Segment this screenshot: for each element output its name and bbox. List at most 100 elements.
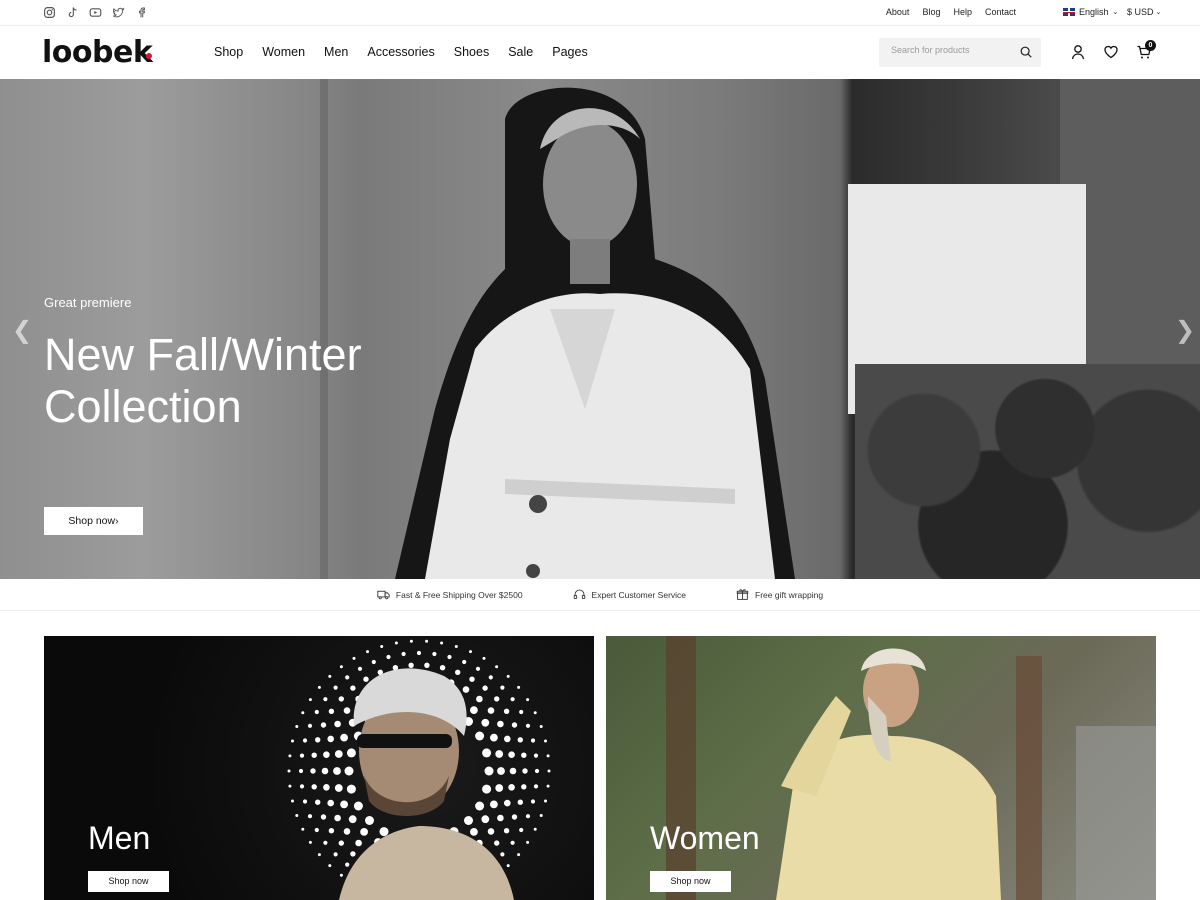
- halftone-dot: [301, 827, 305, 831]
- halftone-dot: [328, 674, 332, 678]
- halftone-dot: [308, 840, 312, 844]
- halftone-dot: [343, 828, 351, 835]
- halftone-dot: [494, 840, 500, 846]
- hero-shop-now-button[interactable]: Shop now›: [44, 507, 143, 535]
- site-logo[interactable]: loobek: [42, 35, 153, 70]
- halftone-dot: [321, 767, 329, 775]
- category-men-title: Men: [88, 820, 151, 856]
- user-icon[interactable]: [1070, 44, 1086, 60]
- halftone-dot: [475, 801, 485, 811]
- halftone-dot: [360, 828, 368, 836]
- halftone-dot: [302, 738, 308, 743]
- halftone-dot: [345, 675, 350, 680]
- feature-shipping-text: Fast & Free Shipping Over $2500: [395, 589, 523, 600]
- halftone-dot: [517, 737, 523, 743]
- halftone-dot: [533, 711, 537, 715]
- halftone-dot: [314, 827, 319, 833]
- halftone-dot: [365, 816, 374, 825]
- search-input[interactable]: [891, 45, 1011, 55]
- nav-item-women[interactable]: Women: [262, 45, 305, 59]
- main-nav: Shop Women Men Accessories Shoes Sale Pa…: [214, 45, 607, 59]
- currency-label: $ USD: [1127, 7, 1154, 17]
- halftone-dot: [328, 864, 332, 868]
- halftone-dot: [291, 739, 294, 743]
- halftone-dot: [487, 707, 495, 714]
- halftone-dot: [525, 723, 531, 728]
- halftone-dot: [469, 650, 472, 654]
- halftone-dot: [534, 768, 540, 774]
- hero-model-image: [395, 87, 795, 579]
- halftone-dot: [475, 731, 485, 741]
- nav-item-shoes[interactable]: Shoes: [454, 45, 489, 59]
- category-men-shop-button[interactable]: Shop now: [88, 871, 169, 892]
- category-banner-women[interactable]: Women Shop now: [606, 636, 1156, 900]
- search-box: [879, 38, 1041, 67]
- halftone-dot: [333, 852, 338, 857]
- language-selector[interactable]: English ⌄: [1063, 7, 1118, 17]
- instagram-icon[interactable]: [43, 6, 56, 19]
- hero-title: New Fall/Winter Collection: [44, 329, 362, 432]
- nav-item-shop[interactable]: Shop: [214, 45, 243, 59]
- halftone-dot: [476, 695, 483, 703]
- halftone-dot: [533, 827, 537, 831]
- nav-item-sale[interactable]: Sale: [508, 45, 533, 59]
- halftone-dot: [504, 799, 511, 807]
- halftone-dot: [301, 711, 305, 715]
- halftone-dot: [339, 665, 343, 669]
- halftone-dot: [454, 645, 458, 648]
- top-link-about[interactable]: About: [886, 7, 910, 17]
- heart-icon[interactable]: [1103, 44, 1119, 60]
- halftone-dot: [340, 800, 348, 809]
- halftone-dot: [350, 685, 356, 691]
- halftone-dot: [408, 662, 414, 668]
- hero-prev-arrow[interactable]: ❮: [12, 316, 32, 345]
- category-banner-men[interactable]: Men Shop now: [44, 636, 594, 900]
- halftone-dot: [521, 752, 527, 758]
- halftone-dot: [503, 708, 510, 714]
- halftone-dot: [379, 827, 389, 837]
- top-link-help[interactable]: Help: [953, 7, 972, 17]
- halftone-dot: [307, 723, 313, 728]
- halftone-dot: [482, 784, 492, 794]
- nav-item-men[interactable]: Men: [324, 45, 348, 59]
- halftone-dot: [481, 815, 490, 824]
- halftone-dot: [484, 766, 494, 776]
- halftone-dot: [495, 665, 499, 669]
- nav-item-accessories[interactable]: Accessories: [367, 45, 434, 59]
- halftone-dot: [328, 708, 335, 714]
- halftone-dot: [353, 801, 363, 811]
- halftone-dot: [547, 769, 551, 773]
- halftone-dot: [328, 828, 335, 834]
- feature-gift-text: Free gift wrapping: [755, 589, 824, 600]
- halftone-dot: [469, 676, 475, 682]
- halftone-dot: [334, 784, 343, 792]
- facebook-icon[interactable]: [135, 6, 148, 19]
- hero-subtitle: Great premiere: [44, 295, 132, 310]
- nav-item-pages[interactable]: Pages: [552, 45, 587, 59]
- halftone-dot: [343, 707, 351, 714]
- halftone-dot: [288, 784, 292, 788]
- currency-selector[interactable]: $ USD ⌄: [1127, 7, 1161, 17]
- halftone-dot: [311, 784, 317, 790]
- halftone-dot: [464, 816, 473, 825]
- halftone-dot: [355, 839, 362, 847]
- category-women-shop-button[interactable]: Shop now: [650, 871, 731, 892]
- hero-next-arrow[interactable]: ❯: [1175, 316, 1195, 345]
- halftone-dot: [409, 639, 413, 643]
- halftone-dot: [508, 784, 515, 791]
- twitter-icon[interactable]: [112, 6, 125, 19]
- youtube-icon[interactable]: [89, 6, 102, 19]
- halftone-dot: [346, 784, 356, 794]
- halftone-dot: [295, 725, 299, 728]
- halftone-dot: [544, 799, 547, 803]
- tiktok-icon[interactable]: [66, 6, 79, 19]
- top-link-blog[interactable]: Blog: [922, 7, 940, 17]
- search-icon[interactable]: [1019, 45, 1033, 59]
- halftone-dot: [416, 650, 422, 656]
- halftone-dot: [357, 666, 363, 671]
- top-link-contact[interactable]: Contact: [985, 7, 1016, 17]
- uk-flag-icon: [1063, 8, 1075, 16]
- halftone-dot: [495, 784, 504, 792]
- top-bar: About Blog Help Contact English ⌄ $ USD …: [0, 0, 1200, 26]
- headset-icon: [573, 589, 585, 600]
